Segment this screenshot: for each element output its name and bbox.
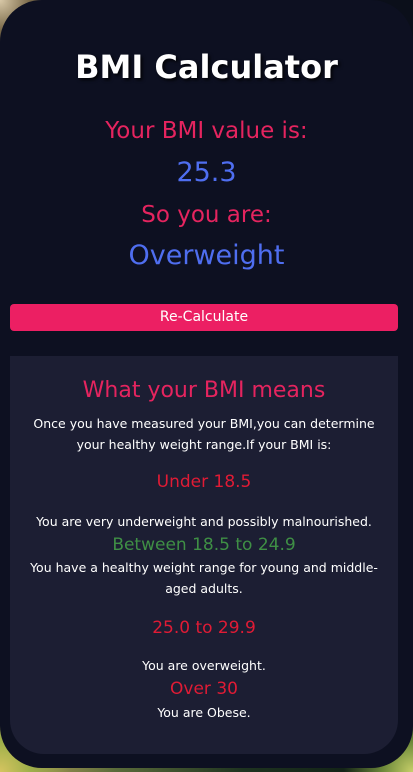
info-intro: Once you have measured your BMI,you can … bbox=[33, 416, 375, 452]
range-underweight-description: You are very underweight and possibly ma… bbox=[36, 514, 372, 529]
range-obese-description: You are Obese. bbox=[157, 705, 251, 720]
range-underweight: Under 18.5 bbox=[156, 472, 252, 492]
bmi-result-card: BMI Calculator Your BMI value is: 25.3 S… bbox=[0, 0, 413, 768]
range-overweight-description: You are overweight. bbox=[142, 658, 266, 673]
range-obese: Over 30 bbox=[170, 679, 238, 699]
page-title: BMI Calculator bbox=[75, 48, 338, 86]
info-title: What your BMI means bbox=[82, 378, 326, 403]
recalculate-button[interactable]: Re-Calculate bbox=[10, 304, 398, 331]
bmi-info-panel: What your BMI means Once you have measur… bbox=[10, 356, 398, 754]
range-overweight: 25.0 to 29.9 bbox=[152, 618, 256, 638]
range-healthy-description: You have a healthy weight range for youn… bbox=[30, 560, 378, 596]
bmi-category: Overweight bbox=[128, 240, 285, 271]
category-label: So you are: bbox=[141, 202, 272, 228]
bmi-value-label: Your BMI value is: bbox=[105, 118, 308, 144]
bmi-value: 25.3 bbox=[176, 157, 237, 188]
range-healthy: Between 18.5 to 24.9 bbox=[112, 535, 296, 555]
